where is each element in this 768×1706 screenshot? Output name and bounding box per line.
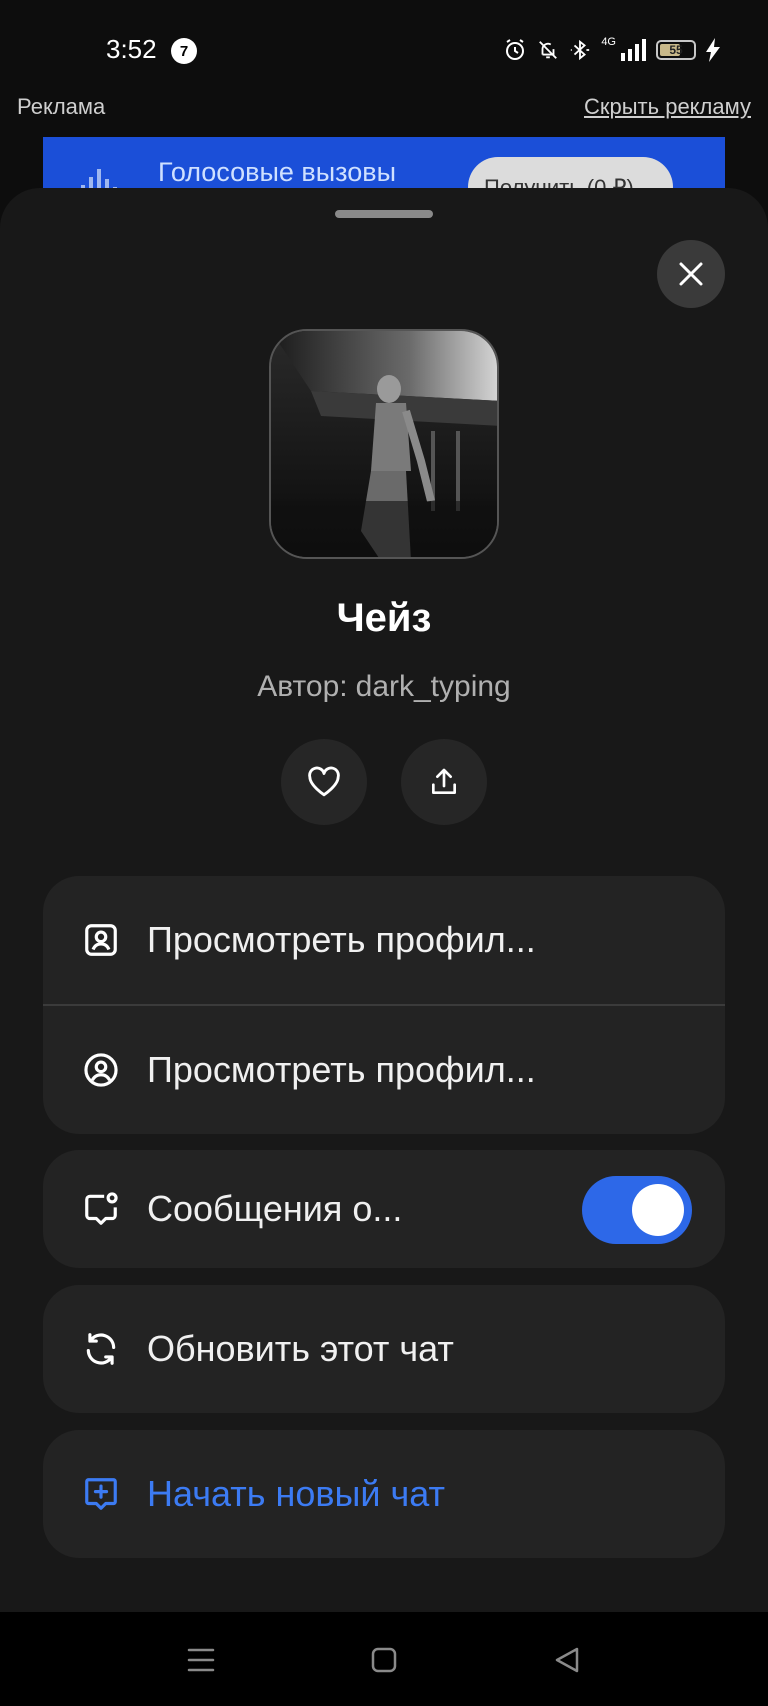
view-bot-profile-item[interactable]: Просмотреть профил... [43, 876, 725, 1004]
like-button[interactable] [281, 739, 367, 825]
bot-name: Чейз [336, 596, 432, 640]
signal-icon [621, 39, 646, 61]
bluetooth-icon [571, 39, 590, 61]
sheet-drag-handle[interactable] [335, 210, 433, 218]
ad-row: Реклама Скрыть рекламу [0, 92, 768, 128]
user-circle-icon [79, 1048, 123, 1092]
view-bot-profile-label: Просмотреть профил... [147, 919, 536, 960]
hide-ad-link[interactable]: Скрыть рекламу [584, 94, 751, 120]
battery-icon: 55 [656, 40, 696, 60]
profile-card-icon [79, 918, 123, 962]
new-chat-label: Начать новый чат [147, 1473, 445, 1514]
new-chat-item[interactable]: Начать новый чат [43, 1430, 725, 1558]
back-button[interactable] [547, 1640, 587, 1680]
close-icon [679, 262, 703, 286]
back-triangle-icon [555, 1647, 579, 1673]
author-prefix: Автор: [257, 670, 348, 703]
alarm-icon [506, 39, 525, 60]
network-type-label: 4G [601, 36, 616, 48]
system-nav-bar [0, 1612, 768, 1706]
message-notification-icon [79, 1187, 123, 1231]
ad-banner-text: Голосовые вызовы [158, 157, 396, 187]
view-author-profile-item[interactable]: Просмотреть профил... [43, 1006, 725, 1134]
refresh-chat-item[interactable]: Обновить этот чат [43, 1285, 725, 1413]
refresh-chat-label: Обновить этот чат [147, 1328, 454, 1369]
refresh-icon [79, 1327, 123, 1371]
screen: 3:52 7 4G 55 Реклама Скрыть рекламу Голо… [0, 0, 768, 1706]
view-author-profile-label: Просмотреть профил... [147, 1049, 536, 1090]
refresh-chat-card: Обновить этот чат [43, 1285, 725, 1413]
messages-toggle-card: Сообщения о... [43, 1150, 725, 1268]
add-chat-icon [79, 1472, 123, 1516]
home-square-icon [371, 1647, 397, 1673]
author-handle[interactable]: dark_typing [356, 670, 511, 703]
share-button[interactable] [401, 739, 487, 825]
status-time: 3:52 [106, 34, 157, 64]
mute-icon [539, 41, 558, 59]
close-button[interactable] [657, 240, 725, 308]
charging-icon [706, 38, 720, 62]
bot-author: Автор: dark_typing [0, 670, 768, 704]
home-button[interactable] [364, 1640, 404, 1680]
messages-toggle-switch[interactable] [582, 1176, 692, 1244]
recents-button[interactable] [181, 1640, 221, 1680]
messages-toggle-item[interactable]: Сообщения о... [43, 1150, 725, 1268]
new-chat-card: Начать новый чат [43, 1430, 725, 1558]
ad-label: Реклама [17, 94, 106, 119]
notification-count-badge: 7 [171, 38, 197, 64]
battery-percent: 55 [669, 43, 683, 57]
bot-avatar [269, 329, 499, 559]
menu-icon [187, 1648, 215, 1672]
profile-links-card: Просмотреть профил... Просмотреть профил… [43, 876, 725, 1134]
share-icon [432, 768, 456, 794]
status-bar: 3:52 7 4G 55 [0, 0, 768, 92]
heart-icon [308, 766, 340, 797]
bot-info-sheet: Чейз Автор: dark_typing Просмотреть профи… [0, 188, 768, 1612]
messages-toggle-label: Сообщения о... [147, 1188, 403, 1229]
status-icons: 4G 55 [503, 36, 720, 64]
toggle-knob [632, 1184, 684, 1236]
